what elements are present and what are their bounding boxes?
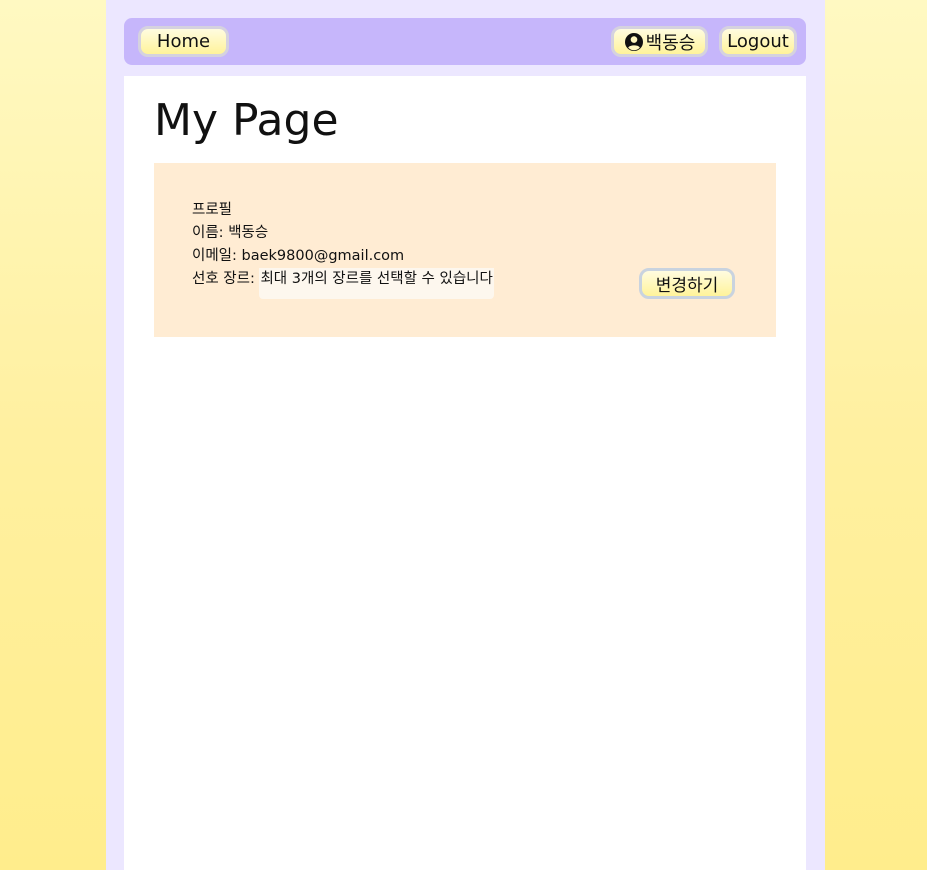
profile-email-row: 이메일: baek9800@gmail.com — [192, 245, 494, 268]
profile-name-row: 이름: 백동승 — [192, 222, 494, 245]
user-profile-button[interactable]: 백동승 — [611, 26, 708, 57]
name-value: 백동승 — [228, 225, 269, 241]
email-value: baek9800@gmail.com — [241, 248, 405, 264]
home-button[interactable]: Home — [138, 26, 229, 57]
genre-selector[interactable]: 최대 3개의 장르를 선택할 수 있습니다 — [259, 268, 494, 299]
user-circle-icon — [624, 32, 643, 51]
email-label: 이메일: — [192, 248, 242, 264]
genre-label: 선호 장르: — [192, 271, 260, 287]
main-content: My Page 프로필 이름: 백동승 이메일: baek9800@gmail.… — [124, 76, 806, 870]
profile-card: 프로필 이름: 백동승 이메일: baek9800@gmail.com 선호 장… — [154, 163, 776, 337]
name-label: 이름: — [192, 225, 229, 241]
user-name-label: 백동승 — [645, 32, 696, 54]
profile-heading: 프로필 — [192, 202, 233, 218]
logout-button[interactable]: Logout — [719, 26, 797, 57]
profile-genre-row: 선호 장르: 최대 3개의 장르를 선택할 수 있습니다 — [192, 268, 494, 299]
app-frame: Home 백동승 Logout My Page 프로필 이름: 백동승 이메일:… — [106, 0, 825, 870]
edit-profile-button[interactable]: 변경하기 — [639, 268, 735, 299]
top-navbar: Home 백동승 Logout — [124, 18, 806, 65]
page-title: My Page — [154, 95, 339, 146]
profile-info: 프로필 이름: 백동승 이메일: baek9800@gmail.com 선호 장… — [192, 199, 494, 299]
